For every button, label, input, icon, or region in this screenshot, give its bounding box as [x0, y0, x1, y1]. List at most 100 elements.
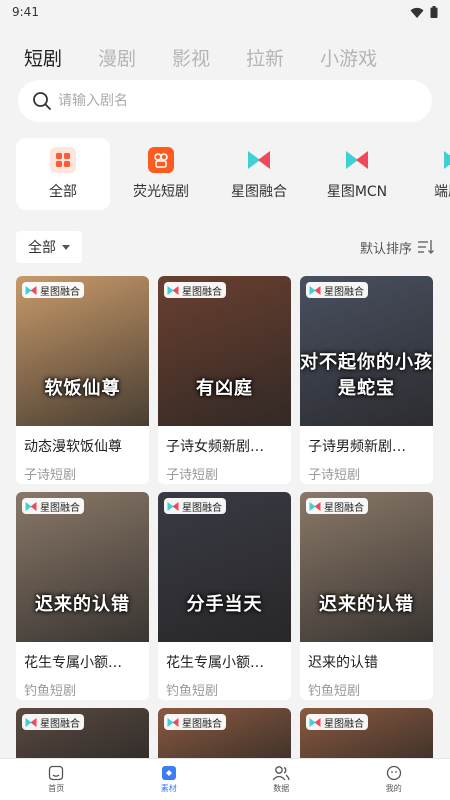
platform-tag-label: 星图融合 — [40, 718, 80, 730]
drama-title: 子诗女频新剧… — [166, 439, 264, 455]
xingtu-logo-icon — [167, 501, 179, 511]
tab-manju[interactable]: 漫剧 — [98, 44, 136, 71]
search-input[interactable] — [58, 93, 358, 109]
nav-profile[interactable]: 我的 — [338, 759, 450, 800]
status-bar: 9:41 — [0, 0, 450, 24]
poster-image: 星图融合对不起你的小孩是蛇宝 — [300, 276, 433, 426]
bottom-nav: 首页 素材 数据 我的 — [0, 758, 450, 800]
sort-button[interactable]: 默认排序 — [360, 238, 434, 257]
xingtu-logo-icon — [167, 717, 179, 727]
drama-card[interactable]: 星图融合分手当天花生专属小额… 钓鱼短剧 — [158, 492, 291, 700]
yingguang-logo-icon — [148, 147, 174, 173]
platform-tag: 星图融合 — [306, 282, 368, 298]
poster-image: 星图融合软饭仙尊 — [16, 276, 149, 426]
home-icon — [49, 765, 64, 781]
xingtu-logo-icon — [25, 717, 37, 727]
platform-tag-label: 星图融合 — [324, 286, 364, 298]
xingtu-logo-icon — [442, 147, 450, 173]
drama-source: 子诗短剧 — [166, 468, 219, 483]
profile-icon — [386, 765, 401, 781]
drama-source: 钓鱼短剧 — [24, 684, 77, 699]
drama-card[interactable]: 星图融合 迟来的认错 迟来的认错 钓鱼短剧 — [300, 492, 433, 700]
users-icon — [272, 766, 290, 781]
platform-tag: 星图融合 — [164, 714, 226, 730]
platform-tag: 星图融合 — [22, 714, 84, 730]
filter-label: 全部 — [28, 240, 56, 256]
category-duanyuansheng[interactable]: 端原生 — [408, 138, 450, 210]
drama-title: 花生专属小额… — [24, 655, 122, 671]
platform-tag-label: 星图融合 — [324, 718, 364, 730]
poster-title: 迟来的认错 — [319, 594, 414, 615]
nav-material[interactable]: 素材 — [113, 759, 226, 800]
category-xingtu-ronghe[interactable]: 星图融合 — [212, 138, 306, 210]
tab-duanju[interactable]: 短剧 — [24, 44, 62, 71]
drama-card[interactable]: 星图融合迟来的认错花生专属小额… 钓鱼短剧 — [16, 492, 149, 700]
nav-data[interactable]: 数据 — [225, 759, 338, 800]
category-label: 星图MCN — [326, 184, 388, 200]
drama-title: 动态漫软饭仙尊 — [24, 439, 122, 455]
search-bar[interactable] — [18, 80, 432, 122]
category-label: 端原生 — [434, 184, 450, 200]
xingtu-logo-icon — [25, 501, 37, 511]
drama-title: 子诗男频新剧… — [308, 439, 406, 455]
poster-image: 星图融合迟来的认错 — [16, 492, 149, 642]
drama-card[interactable]: 星图融合软饭仙尊动态漫软饭仙尊 子诗短剧 — [16, 276, 149, 484]
poster-title: 分手当天 — [186, 594, 263, 615]
nav-home[interactable]: 首页 — [0, 759, 113, 800]
platform-tag-label: 星图融合 — [324, 502, 364, 514]
category-label: 全部 — [49, 184, 77, 200]
status-time: 9:41 — [12, 5, 39, 19]
platform-tag-label: 星图融合 — [182, 502, 222, 514]
filter-row: 全部 默认排序 — [0, 230, 450, 264]
top-tabs: 短剧 漫剧 影视 拉新 小游戏 — [0, 24, 450, 80]
drama-grid: 星图融合 软饭仙尊 动态漫软饭仙尊 子诗短剧 星图融合 有凶庭 子诗女频新剧… 子诗短剧 星图融… — [16, 276, 434, 768]
sort-icon — [418, 240, 434, 254]
wifi-icon — [410, 7, 424, 18]
category-yingguang[interactable]: 荧光短剧 — [114, 138, 208, 210]
category-xingtu-mcn[interactable]: 星图MCN — [310, 138, 404, 210]
sort-label: 默认排序 — [359, 241, 412, 257]
tab-yingshi[interactable]: 影视 — [172, 44, 210, 71]
drama-source: 子诗短剧 — [308, 468, 361, 483]
xingtu-logo-icon — [25, 285, 37, 295]
poster-image: 星图融合有凶庭 — [158, 276, 291, 426]
grid-icon — [50, 147, 76, 173]
xingtu-logo-icon — [344, 147, 370, 173]
poster-title: 迟来的认错 — [35, 594, 130, 615]
tab-laxin[interactable]: 拉新 — [246, 44, 284, 71]
xingtu-logo-icon — [246, 147, 272, 173]
platform-tag-label: 星图融合 — [40, 286, 80, 298]
drama-card[interactable]: 星图融合对不起你的小孩是蛇宝子诗男频新剧… 子诗短剧 — [300, 276, 433, 484]
platform-tag-label: 星图融合 — [182, 718, 222, 730]
drama-source: 钓鱼短剧 — [308, 684, 361, 699]
platform-tag: 星图融合 — [306, 714, 368, 730]
tab-xiaoyouxi[interactable]: 小游戏 — [320, 44, 377, 71]
nav-label: 素材 — [160, 784, 177, 793]
platform-tag: 星图融合 — [22, 282, 84, 298]
platform-tag: 星图融合 — [164, 498, 226, 514]
drama-source: 子诗短剧 — [24, 468, 77, 483]
poster-title: 软饭仙尊 — [44, 378, 121, 399]
caret-down-icon — [62, 244, 70, 250]
platform-tag: 星图融合 — [164, 282, 226, 298]
material-icon — [161, 766, 176, 780]
xingtu-logo-icon — [167, 285, 179, 295]
drama-title: 迟来的认错 — [308, 655, 378, 671]
xingtu-logo-icon — [309, 285, 321, 295]
category-all[interactable]: 全部 — [16, 138, 110, 210]
drama-title: 花生专属小额… — [166, 655, 264, 671]
filter-dropdown[interactable]: 全部 — [16, 231, 82, 263]
poster-image: 星图融合分手当天 — [158, 492, 291, 642]
nav-label: 首页 — [48, 784, 65, 793]
nav-label: 我的 — [385, 784, 402, 793]
search-icon — [33, 92, 51, 110]
poster-title: 有凶庭 — [196, 378, 253, 399]
poster-title: 对不起你的小孩是蛇宝 — [300, 352, 433, 399]
xingtu-logo-icon — [309, 501, 321, 511]
platform-tag-label: 星图融合 — [40, 502, 80, 514]
category-label: 星图融合 — [231, 184, 287, 200]
category-row: 全部 荧光短剧 星图融合 星图MCN 端原生 — [0, 122, 450, 230]
drama-card[interactable]: 星图融合有凶庭子诗女频新剧… 子诗短剧 — [158, 276, 291, 484]
drama-source: 钓鱼短剧 — [166, 684, 219, 699]
platform-tag: 星图融合 — [22, 498, 84, 514]
